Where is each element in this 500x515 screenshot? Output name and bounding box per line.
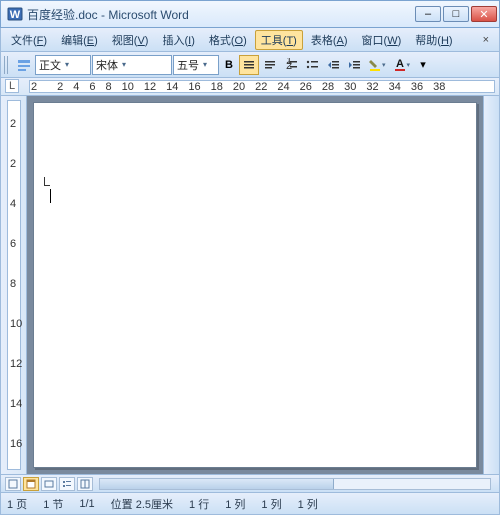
web-layout-view-button[interactable] (41, 477, 57, 491)
status-line: 1 行 (189, 496, 209, 512)
vertical-ruler[interactable]: 2246810121416 (1, 96, 27, 474)
toolbar-grip[interactable] (4, 56, 10, 74)
print-layout-view-button[interactable] (23, 477, 39, 491)
status-position: 位置 2.5厘米 (111, 496, 173, 512)
menu-edit[interactable]: 编辑(E) (55, 30, 104, 50)
menu-tools[interactable]: 工具(T) (255, 30, 303, 50)
horizontal-scrollbar-thumb[interactable] (100, 479, 334, 489)
menu-window[interactable]: 窗口(W) (356, 30, 408, 50)
titlebar: W 百度经验.doc - Microsoft Word – □ ✕ (0, 0, 500, 28)
document-area[interactable] (27, 96, 483, 474)
highlight-color-button[interactable]: ▾ (365, 55, 389, 75)
editor-body: 2246810121416 (0, 96, 500, 475)
font-color-button[interactable]: A▾ (390, 55, 414, 75)
status-pages: 1/1 (79, 498, 94, 510)
menu-format[interactable]: 格式(O) (203, 30, 253, 50)
window-title: 百度经验.doc - Microsoft Word (27, 6, 415, 23)
menu-table[interactable]: 表格(A) (305, 30, 354, 50)
menubar: 文件(F) 编辑(E) 视图(V) 插入(I) 格式(O) 工具(T) 表格(A… (0, 28, 500, 52)
status-col-3: 1 列 (298, 496, 318, 512)
svg-text:W: W (10, 9, 21, 21)
bold-button[interactable]: B (220, 55, 238, 75)
status-section: 1 节 (43, 496, 63, 512)
increase-indent-button[interactable] (344, 55, 364, 75)
close-button[interactable]: ✕ (471, 6, 497, 22)
word-app-icon: W (7, 6, 23, 22)
align-distribute-button[interactable] (260, 55, 280, 75)
horizontal-ruler[interactable]: L 22468101214161820222426283032343638 (0, 78, 500, 96)
paragraph-mark-icon (44, 177, 50, 186)
font-dropdown[interactable]: 宋体▾ (92, 55, 172, 75)
vertical-scrollbar[interactable] (483, 96, 499, 474)
svg-text:A: A (396, 58, 404, 70)
text-cursor (50, 189, 51, 203)
reading-view-button[interactable] (77, 477, 93, 491)
maximize-button[interactable]: □ (443, 6, 469, 22)
style-dropdown[interactable]: 正文▾ (35, 55, 91, 75)
minimize-button[interactable]: – (415, 6, 441, 22)
font-size-dropdown[interactable]: 五号▾ (173, 55, 219, 75)
document-close-button[interactable]: × (477, 32, 495, 48)
outline-view-button[interactable] (59, 477, 75, 491)
decrease-indent-button[interactable] (323, 55, 343, 75)
formatting-toolbar: 正文▾ 宋体▾ 五号▾ B 12 ▾ A▾ ▾ (0, 52, 500, 78)
bulleted-list-button[interactable] (302, 55, 322, 75)
align-justify-button[interactable] (239, 55, 259, 75)
menu-file[interactable]: 文件(F) (5, 30, 53, 50)
page[interactable] (33, 102, 477, 468)
normal-view-button[interactable] (5, 477, 21, 491)
ruler-v-numbers: 2246810121416 (10, 104, 22, 450)
status-col-1: 1 列 (225, 496, 245, 512)
ruler-h-numbers: 22468101214161820222426283032343638 (31, 81, 445, 93)
menu-help[interactable]: 帮助(H) (409, 30, 458, 50)
tab-selector[interactable]: L (5, 79, 19, 93)
numbered-list-button[interactable]: 12 (281, 55, 301, 75)
statusbar: 1 页 1 节 1/1 位置 2.5厘米 1 行 1 列 1 列 1 列 (0, 493, 500, 515)
toolbar-overflow-button[interactable]: ▾ (414, 55, 432, 75)
status-page: 1 页 (7, 496, 27, 512)
status-col-2: 1 列 (261, 496, 281, 512)
styles-pane-button[interactable] (14, 55, 34, 75)
menu-insert[interactable]: 插入(I) (156, 30, 200, 50)
horizontal-scrollbar[interactable] (99, 478, 491, 490)
view-bar (0, 475, 500, 493)
menu-view[interactable]: 视图(V) (106, 30, 155, 50)
